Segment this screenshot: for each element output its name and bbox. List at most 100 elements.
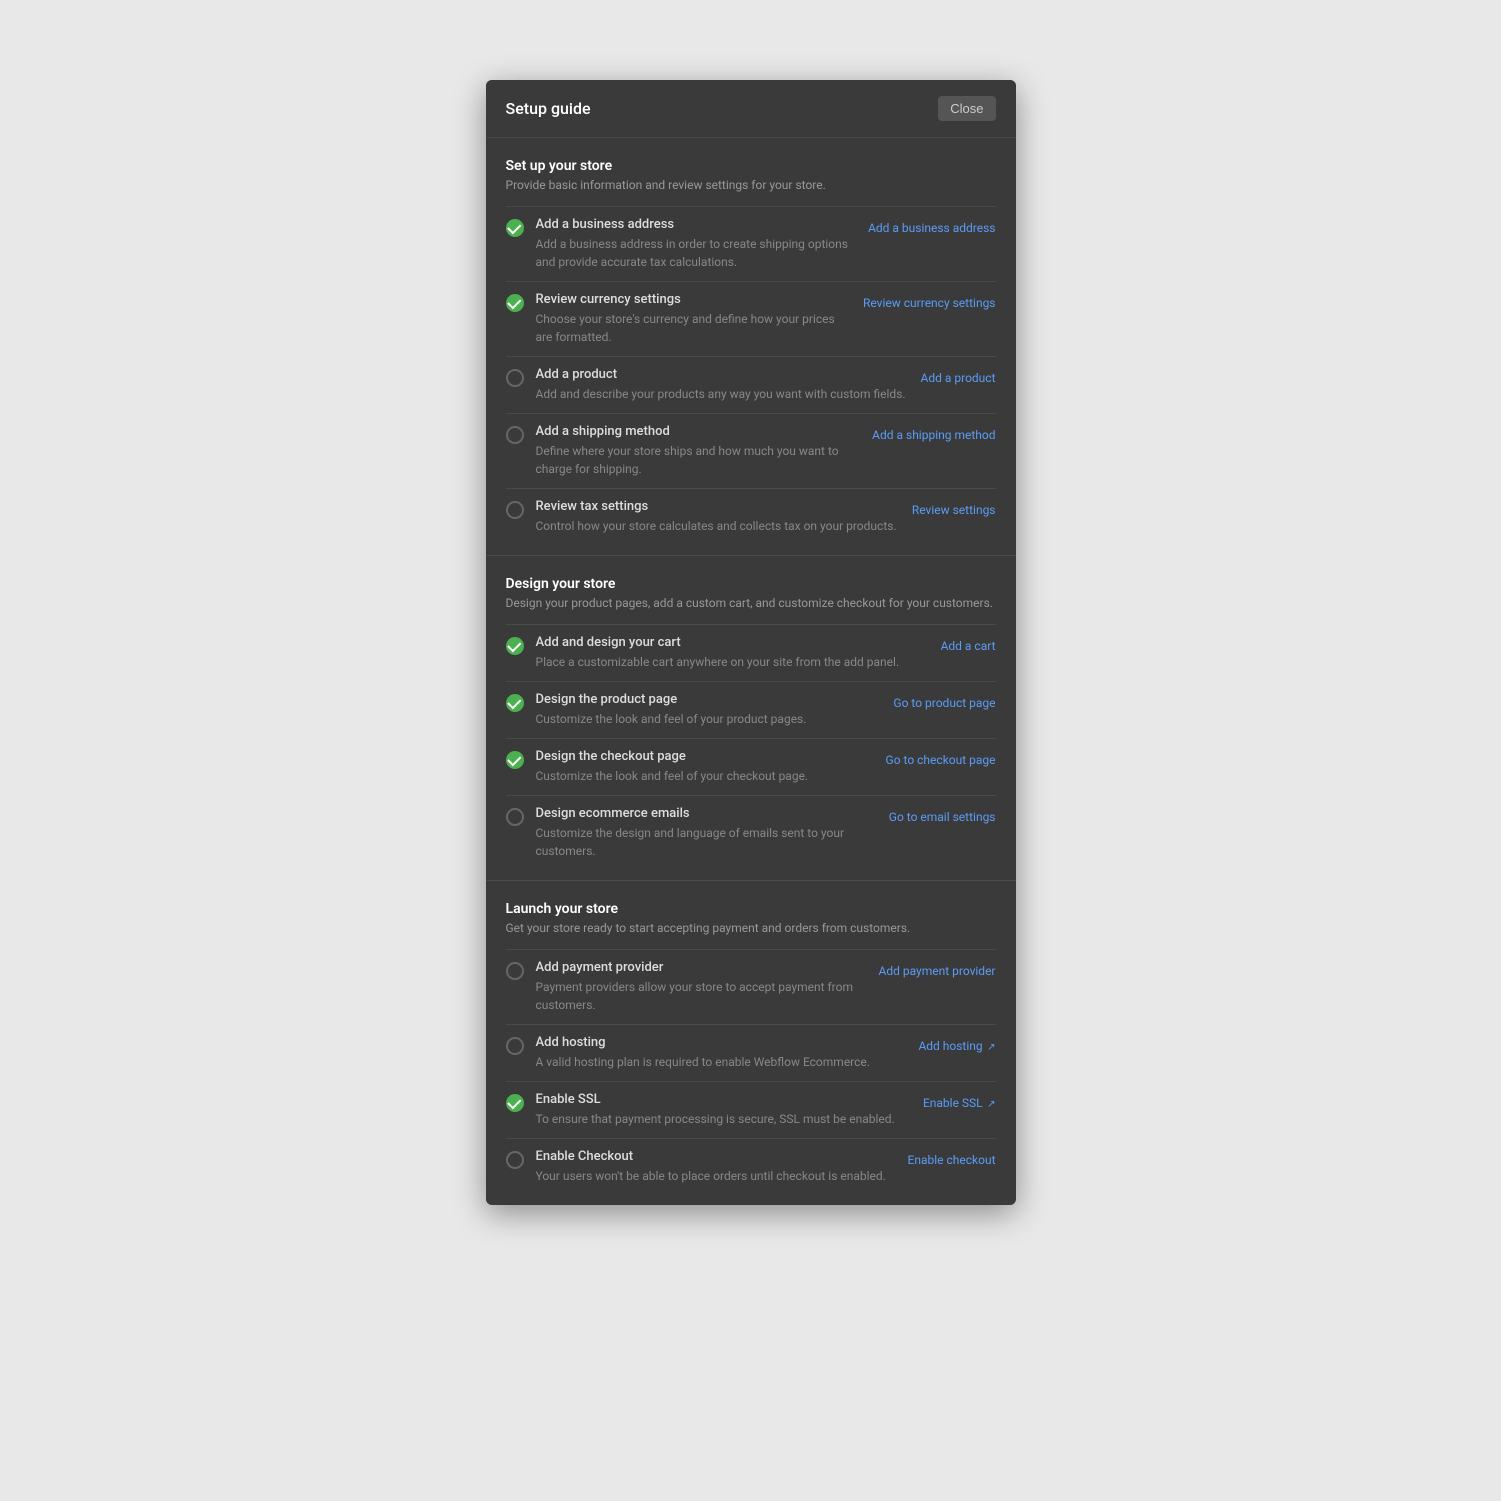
- task-detail-payment-provider: Payment providers allow your store to ac…: [536, 978, 867, 1014]
- task-content-tax-settings: Review tax settings Control how your stor…: [536, 499, 900, 535]
- task-action-ecommerce-emails[interactable]: Go to email settings: [889, 806, 996, 825]
- task-detail-business-address: Add a business address in order to creat…: [536, 235, 857, 271]
- task-name-add-cart: Add and design your cart: [536, 635, 929, 650]
- task-action-product-page[interactable]: Go to product page: [893, 692, 995, 711]
- unchecked-icon: [506, 426, 524, 444]
- task-item-business-address: Add a business address Add a business add…: [506, 206, 996, 281]
- task-item-add-cart: Add and design your cart Place a customiz…: [506, 624, 996, 681]
- task-content-checkout-page: Design the checkout page Customize the lo…: [536, 749, 874, 785]
- task-action-add-product[interactable]: Add a product: [921, 367, 996, 386]
- task-link-product-page[interactable]: Go to product page: [893, 696, 995, 710]
- modal-title: Setup guide: [506, 99, 591, 118]
- task-content-enable-ssl: Enable SSL To ensure that payment process…: [536, 1092, 911, 1128]
- section-title-launch: Launch your store: [506, 901, 996, 917]
- task-link-business-address[interactable]: Add a business address: [868, 221, 995, 235]
- close-button[interactable]: Close: [938, 96, 995, 121]
- task-action-shipping-method[interactable]: Add a shipping method: [872, 424, 995, 443]
- task-item-enable-ssl: Enable SSL To ensure that payment process…: [506, 1081, 996, 1138]
- unchecked-icon: [506, 808, 524, 826]
- task-link-payment-provider[interactable]: Add payment provider: [879, 964, 996, 978]
- task-item-ecommerce-emails: Design ecommerce emails Customize the des…: [506, 795, 996, 870]
- task-name-hosting: Add hosting: [536, 1035, 907, 1050]
- task-action-enable-checkout[interactable]: Enable checkout: [908, 1149, 996, 1168]
- task-action-tax-settings[interactable]: Review settings: [912, 499, 996, 518]
- unchecked-icon: [506, 962, 524, 980]
- task-name-currency-settings: Review currency settings: [536, 292, 852, 307]
- task-action-business-address[interactable]: Add a business address: [868, 217, 995, 236]
- task-action-enable-ssl[interactable]: Enable SSL ↗: [923, 1092, 996, 1111]
- task-item-shipping-method: Add a shipping method Define where your s…: [506, 413, 996, 488]
- task-link-shipping-method[interactable]: Add a shipping method: [872, 428, 995, 442]
- task-item-currency-settings: Review currency settings Choose your stor…: [506, 281, 996, 356]
- task-link-add-product[interactable]: Add a product: [921, 371, 996, 385]
- checked-icon: [506, 751, 524, 769]
- task-detail-currency-settings: Choose your store's currency and define …: [536, 310, 852, 346]
- task-name-checkout-page: Design the checkout page: [536, 749, 874, 764]
- task-detail-shipping-method: Define where your store ships and how mu…: [536, 442, 861, 478]
- unchecked-icon: [506, 369, 524, 387]
- task-content-ecommerce-emails: Design ecommerce emails Customize the des…: [536, 806, 877, 860]
- task-action-hosting[interactable]: Add hosting ↗: [918, 1035, 995, 1054]
- task-content-business-address: Add a business address Add a business add…: [536, 217, 857, 271]
- checked-icon: [506, 219, 524, 237]
- task-item-enable-checkout: Enable Checkout Your users won't be able …: [506, 1138, 996, 1195]
- task-link-enable-checkout[interactable]: Enable checkout: [908, 1153, 996, 1167]
- task-link-ecommerce-emails[interactable]: Go to email settings: [889, 810, 996, 824]
- external-link-icon: ↗: [985, 1099, 996, 1110]
- external-link-icon: ↗: [985, 1042, 996, 1053]
- task-link-add-cart[interactable]: Add a cart: [941, 639, 996, 653]
- modal-header: Setup guide Close: [486, 80, 1016, 138]
- task-detail-checkout-page: Customize the look and feel of your chec…: [536, 767, 874, 785]
- task-item-add-product: Add a productAdd and describe your produ…: [506, 356, 996, 413]
- task-action-payment-provider[interactable]: Add payment provider: [879, 960, 996, 979]
- unchecked-icon: [506, 501, 524, 519]
- task-action-add-cart[interactable]: Add a cart: [941, 635, 996, 654]
- setup-guide-modal: Setup guide Close Set up your store Provi…: [486, 80, 1016, 1205]
- task-name-shipping-method: Add a shipping method: [536, 424, 861, 439]
- task-name-enable-checkout: Enable Checkout: [536, 1149, 896, 1164]
- section-design: Design your store Design your product pag…: [486, 556, 1016, 881]
- task-action-currency-settings[interactable]: Review currency settings: [863, 292, 996, 311]
- task-link-currency-settings[interactable]: Review currency settings: [863, 296, 996, 310]
- task-detail-ecommerce-emails: Customize the design and language of ema…: [536, 824, 877, 860]
- task-detail-hosting: A valid hosting plan is required to enab…: [536, 1053, 907, 1071]
- task-item-payment-provider: Add payment provider Payment providers al…: [506, 949, 996, 1024]
- task-content-payment-provider: Add payment provider Payment providers al…: [536, 960, 867, 1014]
- task-detail-enable-checkout: Your users won't be able to place orders…: [536, 1167, 896, 1185]
- unchecked-icon: [506, 1037, 524, 1055]
- task-detail-product-page: Customize the look and feel of your prod…: [536, 710, 882, 728]
- task-content-product-page: Design the product page Customize the loo…: [536, 692, 882, 728]
- task-link-tax-settings[interactable]: Review settings: [912, 503, 996, 517]
- section-title-design: Design your store: [506, 576, 996, 592]
- checked-icon: [506, 1094, 524, 1112]
- task-name-add-product: Add a product: [536, 367, 909, 382]
- task-name-tax-settings: Review tax settings: [536, 499, 900, 514]
- task-content-shipping-method: Add a shipping method Define where your s…: [536, 424, 861, 478]
- task-content-enable-checkout: Enable Checkout Your users won't be able …: [536, 1149, 896, 1185]
- task-item-product-page: Design the product page Customize the loo…: [506, 681, 996, 738]
- task-name-payment-provider: Add payment provider: [536, 960, 867, 975]
- section-desc-launch: Get your store ready to start accepting …: [506, 921, 996, 935]
- task-link-checkout-page[interactable]: Go to checkout page: [886, 753, 996, 767]
- task-name-product-page: Design the product page: [536, 692, 882, 707]
- task-name-business-address: Add a business address: [536, 217, 857, 232]
- section-desc-setup: Provide basic information and review set…: [506, 178, 996, 192]
- task-link-enable-ssl[interactable]: Enable SSL ↗: [923, 1096, 996, 1110]
- task-name-ecommerce-emails: Design ecommerce emails: [536, 806, 877, 821]
- task-link-hosting[interactable]: Add hosting ↗: [918, 1039, 995, 1053]
- task-item-tax-settings: Review tax settings Control how your stor…: [506, 488, 996, 545]
- task-detail-tax-settings: Control how your store calculates and co…: [536, 517, 900, 535]
- task-detail-add-cart: Place a customizable cart anywhere on yo…: [536, 653, 929, 671]
- task-name-enable-ssl: Enable SSL: [536, 1092, 911, 1107]
- task-content-currency-settings: Review currency settings Choose your stor…: [536, 292, 852, 346]
- checked-icon: [506, 637, 524, 655]
- sections-container: Set up your store Provide basic informati…: [486, 138, 1016, 1205]
- checked-icon: [506, 694, 524, 712]
- section-desc-design: Design your product pages, add a custom …: [506, 596, 996, 610]
- task-content-add-product: Add a productAdd and describe your produ…: [536, 367, 909, 403]
- unchecked-icon: [506, 1151, 524, 1169]
- task-content-add-cart: Add and design your cart Place a customiz…: [536, 635, 929, 671]
- task-detail-enable-ssl: To ensure that payment processing is sec…: [536, 1110, 911, 1128]
- section-title-setup: Set up your store: [506, 158, 996, 174]
- task-action-checkout-page[interactable]: Go to checkout page: [886, 749, 996, 768]
